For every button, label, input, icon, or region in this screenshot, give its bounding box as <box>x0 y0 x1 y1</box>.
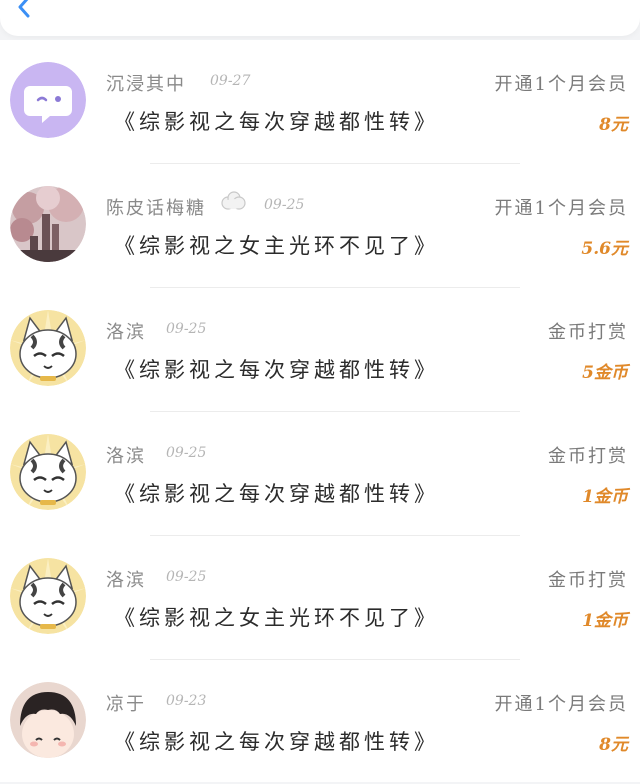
reward-type: 开通1个月会员 <box>494 198 628 219</box>
user-name: 陈皮话梅糖 <box>106 198 206 219</box>
reward-type: 金币打赏 <box>548 570 628 591</box>
cat-avatar[interactable] <box>10 310 86 386</box>
list-item[interactable]: 洛滨 09-25 金币打赏 《综影视之每次穿越都性转》 1金币 <box>0 412 640 536</box>
list-item[interactable]: 洛滨 09-25 金币打赏 《综影视之女主光环不见了》 1金币 <box>0 536 640 660</box>
book-title: 《综影视之每次穿越都性转》 <box>114 358 439 382</box>
reward-type: 金币打赏 <box>548 446 628 467</box>
cat-avatar[interactable] <box>10 434 86 510</box>
date: 09-25 <box>264 197 305 213</box>
blossom-tower-photo-avatar[interactable] <box>10 186 86 262</box>
date: 09-27 <box>210 73 251 89</box>
date: 09-25 <box>166 445 207 461</box>
reward-type: 开通1个月会员 <box>494 694 628 715</box>
amount: 8元 <box>599 735 628 755</box>
user-name: 洛滨 <box>106 446 146 467</box>
chevron-left-icon[interactable] <box>14 0 36 18</box>
book-title: 《综影视之每次穿越都性转》 <box>114 730 439 754</box>
reward-type: 开通1个月会员 <box>494 74 628 95</box>
reward-list: 沉浸其中 09-27 开通1个月会员 《综影视之每次穿越都性转》 8元 陈皮话梅… <box>0 40 640 782</box>
list-item[interactable]: 凉于 09-23 开通1个月会员 《综影视之每次穿越都性转》 8元 <box>0 660 640 784</box>
book-title: 《综影视之女主光环不见了》 <box>114 234 439 258</box>
date: 09-25 <box>166 569 207 585</box>
book-title: 《综影视之女主光环不见了》 <box>114 606 439 630</box>
reward-type: 金币打赏 <box>548 322 628 343</box>
date: 09-23 <box>166 693 207 709</box>
book-title: 《综影视之每次穿越都性转》 <box>114 110 439 134</box>
list-item[interactable]: 陈皮话梅糖 09-25 开通1个月会员 《综影视之女主光环不见了》 5.6元 <box>0 164 640 288</box>
book-title: 《综影视之每次穿越都性转》 <box>114 482 439 506</box>
amount: 1金币 <box>582 611 628 631</box>
amount: 5金币 <box>582 363 628 383</box>
user-name: 洛滨 <box>106 322 146 343</box>
cloud-badge-icon <box>221 191 246 210</box>
user-name: 凉于 <box>106 694 146 715</box>
amount: 8元 <box>599 115 628 135</box>
list-item[interactable]: 洛滨 09-25 金币打赏 《综影视之每次穿越都性转》 5金币 <box>0 288 640 412</box>
top-bar <box>0 0 640 36</box>
list-item[interactable]: 沉浸其中 09-27 开通1个月会员 《综影视之每次穿越都性转》 8元 <box>0 40 640 164</box>
amount: 1金币 <box>582 487 628 507</box>
cartoon-boy-avatar[interactable] <box>10 682 86 758</box>
purple-chat-bubble-avatar[interactable] <box>10 62 86 138</box>
cat-avatar[interactable] <box>10 558 86 634</box>
user-name: 洛滨 <box>106 570 146 591</box>
date: 09-25 <box>166 321 207 337</box>
amount: 5.6元 <box>581 239 628 259</box>
user-name: 沉浸其中 <box>106 74 186 95</box>
